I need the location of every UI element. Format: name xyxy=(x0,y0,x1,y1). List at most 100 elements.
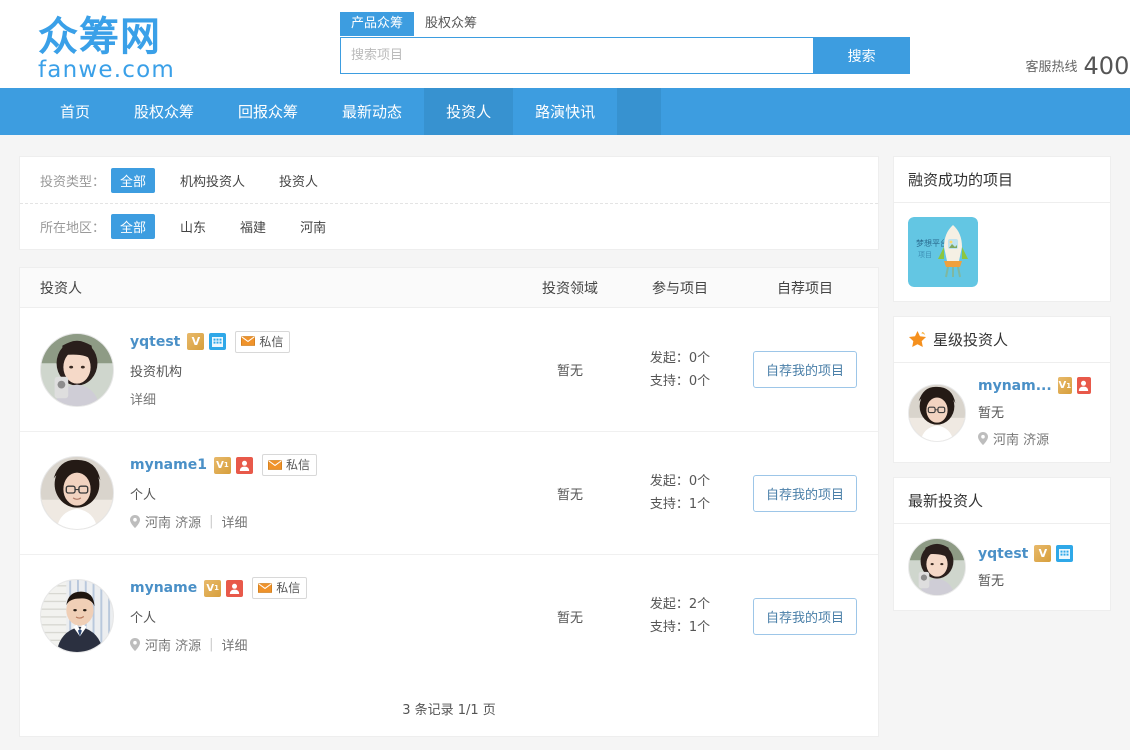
investor-name-row: yqtest V xyxy=(130,332,520,352)
sidebar-investor-name-row: yqtest V xyxy=(978,545,1096,562)
cell-projects: 发起：0个 支持：0个 xyxy=(620,347,740,393)
sidebar-investor-item: yqtest V xyxy=(908,538,1096,596)
verified-v1-icon[interactable]: V1 xyxy=(1058,377,1072,394)
hotline-label: 客服热线 xyxy=(1026,60,1078,75)
individual-icon[interactable] xyxy=(1077,377,1091,394)
cell-self-recommend: 自荐我的项目 xyxy=(740,475,870,512)
private-message-button[interactable]: 私信 xyxy=(262,454,317,476)
nav-item-reward-crowdfunding[interactable]: 回报众筹 xyxy=(216,88,320,135)
nav-item-equity-crowdfunding[interactable]: 股权众筹 xyxy=(112,88,216,135)
verified-v-icon[interactable]: V xyxy=(1034,545,1051,562)
search-tabs: 产品众筹 股权众筹 xyxy=(340,12,910,36)
individual-icon[interactable] xyxy=(236,457,253,474)
panel-title-star: 星级投资人 xyxy=(894,317,1110,363)
star-icon xyxy=(908,330,927,349)
self-recommend-button[interactable]: 自荐我的项目 xyxy=(753,598,857,635)
investor-info: myname V1 xyxy=(130,578,520,654)
filter-panel: 投资类型： 全部 机构投资人 投资人 所在地区： 全部 山东 福建 河南 xyxy=(19,156,879,250)
avatar[interactable] xyxy=(40,456,114,530)
filter-label-region: 所在地区： xyxy=(40,217,105,236)
cell-investor: yqtest V xyxy=(40,332,520,408)
self-recommend-button[interactable]: 自荐我的项目 xyxy=(753,351,857,388)
main-navigation: 首页 股权众筹 回报众筹 最新动态 投资人 路演快讯 xyxy=(0,88,1130,135)
pagination-summary: 3 条记录 1/1 页 xyxy=(20,677,878,736)
avatar[interactable] xyxy=(908,538,966,596)
private-message-button[interactable]: 私信 xyxy=(252,577,307,599)
filter-option-region-shandong[interactable]: 山东 xyxy=(171,214,215,239)
private-message-button[interactable]: 私信 xyxy=(235,331,290,353)
search-button[interactable]: 搜索 xyxy=(813,37,910,74)
self-recommend-button[interactable]: 自荐我的项目 xyxy=(753,475,857,512)
sidebar-investor-field: 暂无 xyxy=(978,570,1096,589)
organization-icon[interactable] xyxy=(209,333,226,350)
investor-detail-link[interactable]: 详细 xyxy=(222,512,248,531)
investor-table: 投资人 投资领域 参与项目 自荐项目 xyxy=(19,267,879,737)
organization-icon[interactable] xyxy=(1056,545,1073,562)
table-row: yqtest V xyxy=(20,308,878,431)
svg-text:梦想平台: 梦想平台 xyxy=(916,238,948,248)
table-row: myname1 V1 xyxy=(20,431,878,554)
cell-investment-field: 暂无 xyxy=(520,607,620,626)
page-root: 众筹网 fanwe.com 产品众筹 股权众筹 搜索 客服热线 400- 首页 股… xyxy=(0,0,1130,750)
nav-item-overflow[interactable] xyxy=(617,88,661,135)
investor-type: 个人 xyxy=(130,484,520,503)
cell-investment-field: 暂无 xyxy=(520,360,620,379)
filter-option-region-all[interactable]: 全部 xyxy=(111,214,155,239)
investor-name-link[interactable]: myname xyxy=(130,580,197,596)
investor-location-row: 河南 济源 | 详细 xyxy=(130,635,520,654)
investor-name-link[interactable]: myname1 xyxy=(130,457,207,473)
filter-option-type-individual[interactable]: 投资人 xyxy=(270,168,327,193)
private-message-label: 私信 xyxy=(276,579,300,596)
search-tab-product[interactable]: 产品众筹 xyxy=(340,12,414,36)
investor-detail-link[interactable]: 详细 xyxy=(222,635,248,654)
private-message-label: 私信 xyxy=(286,456,310,473)
investor-name-link[interactable]: yqtest xyxy=(978,546,1028,562)
avatar[interactable] xyxy=(908,384,966,442)
sidebar-investor-field: 暂无 xyxy=(978,402,1096,421)
column-header-self-recommend: 自荐项目 xyxy=(740,278,870,298)
filter-option-region-henan[interactable]: 河南 xyxy=(291,214,335,239)
projects-supported: 支持：1个 xyxy=(620,493,740,516)
verified-v1-icon[interactable]: V1 xyxy=(204,580,221,597)
projects-initiated: 发起：2个 xyxy=(620,593,740,616)
project-thumbnail[interactable]: 梦想平台 项目 xyxy=(908,217,978,287)
investor-detail-link[interactable]: 详细 xyxy=(130,389,520,408)
verified-v-icon[interactable]: V xyxy=(187,333,204,350)
cell-investor: myname V1 xyxy=(40,578,520,654)
nav-item-latest-news[interactable]: 最新动态 xyxy=(320,88,424,135)
nav-item-investors[interactable]: 投资人 xyxy=(424,88,513,135)
investor-location-row: 河南 济源 | 详细 xyxy=(130,512,520,531)
sidebar-investor-location-row: 河南 济源 xyxy=(978,429,1096,448)
panel-body-latest: yqtest V xyxy=(894,524,1110,610)
cell-investor: myname1 V1 xyxy=(40,455,520,531)
site-logo[interactable]: 众筹网 fanwe.com xyxy=(38,16,188,82)
investor-location: 河南 济源 xyxy=(145,635,201,654)
verified-v1-icon[interactable]: V1 xyxy=(214,457,231,474)
sidebar-investor-location: 河南 济源 xyxy=(993,429,1049,448)
table-row: myname V1 xyxy=(20,554,878,677)
nav-item-home[interactable]: 首页 xyxy=(38,88,112,135)
avatar[interactable] xyxy=(40,333,114,407)
nav-item-roadshow[interactable]: 路演快讯 xyxy=(513,88,617,135)
investor-name-row: myname V1 xyxy=(130,578,520,598)
filter-option-type-all[interactable]: 全部 xyxy=(111,168,155,193)
investor-name-link[interactable]: yqtest xyxy=(130,334,180,350)
individual-icon[interactable] xyxy=(226,580,243,597)
investor-name-link[interactable]: mynam... xyxy=(978,378,1052,394)
projects-initiated: 发起：0个 xyxy=(620,470,740,493)
search-input[interactable] xyxy=(340,37,813,74)
location-pin-icon xyxy=(978,432,988,445)
investor-type: 个人 xyxy=(130,607,520,626)
projects-initiated: 发起：0个 xyxy=(620,347,740,370)
filter-option-region-fujian[interactable]: 福建 xyxy=(231,214,275,239)
search-tab-equity[interactable]: 股权众筹 xyxy=(414,12,488,36)
hotline-number: 400- xyxy=(1084,52,1130,80)
filter-option-type-institution[interactable]: 机构投资人 xyxy=(171,168,254,193)
svg-text:项目: 项目 xyxy=(918,251,932,259)
logo-sub-text: fanwe.com xyxy=(38,58,188,82)
content-inner: 投资类型： 全部 机构投资人 投资人 所在地区： 全部 山东 福建 河南 xyxy=(19,156,1111,737)
avatar[interactable] xyxy=(40,579,114,653)
location-pin-icon xyxy=(130,515,140,528)
projects-supported: 支持：1个 xyxy=(620,616,740,639)
private-message-label: 私信 xyxy=(259,333,283,350)
